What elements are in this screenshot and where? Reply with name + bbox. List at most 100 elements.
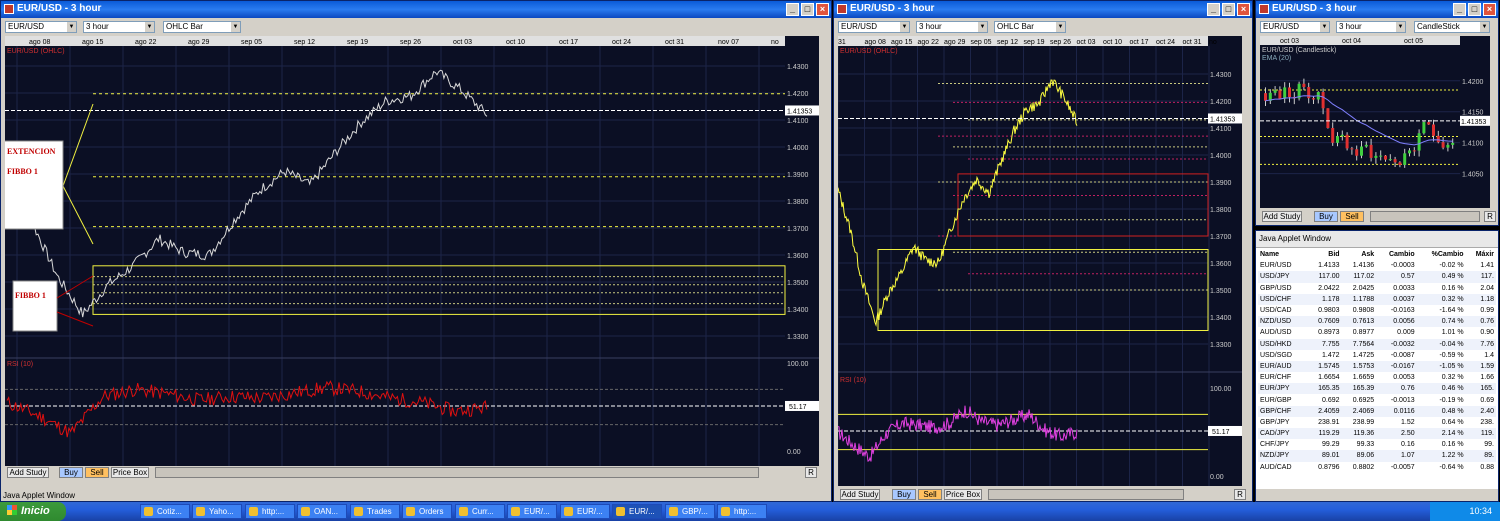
vertical-scrollbar[interactable] [819,36,829,466]
close-button[interactable]: × [1483,3,1496,16]
price-tick-label: 1.4200 [1210,99,1232,106]
taskbar-item[interactable]: Curr... [455,504,505,519]
table-row[interactable]: AUD/USD 0.8973 0.8977 0.009 1.01 % 0.90 [1258,327,1496,338]
table-row[interactable]: EUR/JPY 165.35 165.39 0.76 0.46 % 165. [1258,383,1496,395]
candle-body [1393,159,1397,163]
maximize-button[interactable]: □ [1468,3,1481,16]
sell-button[interactable]: Sell [85,467,109,478]
taskbar-item[interactable]: Orders [402,504,452,519]
quotes-table: Name Bid Ask Cambio %Cambio Máxir EUR/USD 1.41… [1258,249,1496,473]
table-row[interactable]: GBP/USD 2.0422 2.0425 0.0033 0.16 % 2.04 [1258,283,1496,294]
table-row[interactable]: CAD/JPY 119.29 119.36 2.50 2.14 % 119. [1258,428,1496,440]
price-box-button[interactable]: Price Box [944,489,982,500]
column-header[interactable]: %Cambio [1417,249,1466,260]
interval-select[interactable]: 3 hour ▼ [83,21,155,33]
add-study-button[interactable]: Add Study [840,489,880,500]
taskbar-item[interactable]: http:... [717,504,767,519]
symbol-select[interactable]: EUR/USD ▼ [5,21,77,33]
table-row[interactable]: NZD/USD 0.7609 0.7613 0.0056 0.74 % 0.76 [1258,316,1496,328]
reset-button[interactable]: R [1484,211,1496,222]
table-row[interactable]: EUR/CHF 1.6654 1.6659 0.0053 0.32 % 1.66 [1258,372,1496,383]
reset-button[interactable]: R [805,467,817,478]
annotation-pointer [56,311,94,327]
candle-body [1350,148,1354,150]
table-row[interactable]: EUR/GBP 0.692 0.6925 -0.0013 -0.19 % 0.69 [1258,394,1496,405]
table-row[interactable]: GBP/CHF 2.4059 2.4069 0.0116 0.48 % 2.40 [1258,405,1496,417]
sell-button[interactable]: Sell [918,489,942,500]
title-bar[interactable]: EUR/USD - 3 hour _ □ × [1,1,831,18]
chart-type-select[interactable]: CandleStick ▼ [1414,21,1490,33]
close-button[interactable]: × [816,3,829,16]
table-cell: EUR/AUD [1258,360,1307,373]
column-header[interactable]: Máxir [1466,249,1496,260]
symbol-select[interactable]: EUR/USD ▼ [838,21,910,33]
maximize-button[interactable]: □ [801,3,814,16]
date-tick-label: oct 03 [1280,38,1299,45]
interval-select[interactable]: 3 hour ▼ [1336,21,1406,33]
table-row[interactable]: GBP/JPY 238.91 238.99 1.52 0.64 % 238. [1258,417,1496,428]
taskbar-item[interactable]: http:... [245,504,295,519]
table-row[interactable]: CHF/JPY 99.29 99.33 0.16 0.16 % 99. [1258,439,1496,450]
table-row[interactable]: NZD/JPY 89.01 89.06 1.07 1.22 % 89. [1258,450,1496,462]
symbol-select[interactable]: EUR/USD ▼ [1260,21,1330,33]
chart-area[interactable]: ago 08 ago 15 ago 22 ago 29 sep 05 sep 12 sep … [2,36,819,466]
table-row[interactable]: EUR/USD 1.4133 1.4136 -0.0003 -0.02 % 1.41 [1258,260,1496,271]
buy-button[interactable]: Buy [1314,211,1338,222]
minimize-button[interactable]: _ [1453,3,1466,16]
table-row[interactable]: USD/JPY 117.00 117.02 0.57 0.49 % 117. [1258,271,1496,283]
app-icon [4,4,14,14]
taskbar-item[interactable]: EUR/... [560,504,610,519]
table-cell: 119.29 [1306,428,1342,440]
buy-button[interactable]: Buy [892,489,916,500]
date-tick-label: oct 31 [1183,39,1202,46]
price-chart[interactable]: oct 03 oct 04 oct 05 1.4200 1.4150 1.4100 1.40… [1260,36,1490,208]
taskbar-item[interactable]: EUR/... [507,504,557,519]
title-bar[interactable]: EUR/USD - 3 hour _ □ × [1256,1,1498,18]
horizontal-scrollbar[interactable] [1370,211,1480,222]
table-row[interactable]: EUR/AUD 1.5745 1.5753 -0.0167 -1.05 % 1.59 [1258,360,1496,373]
add-study-button[interactable]: Add Study [1262,211,1302,222]
taskbar-item[interactable]: OAN... [297,504,347,519]
table-row[interactable]: USD/HKD 7.755 7.7564 -0.0032 -0.04 % 7.76 [1258,338,1496,350]
column-header[interactable]: Bid [1307,249,1342,260]
table-row[interactable]: USD/CAD 0.9803 0.9808 -0.0163 -1.64 % 0.99 [1258,305,1496,316]
start-button[interactable]: Inicio [0,502,66,521]
quotes-scrollbar[interactable] [1256,489,1498,501]
interval-select[interactable]: 3 hour ▼ [916,21,988,33]
clock: 10:34 [1469,506,1492,516]
column-header[interactable]: Ask [1342,249,1377,260]
column-header[interactable]: Cambio [1376,249,1416,260]
candle-body [1432,124,1435,136]
reset-button[interactable]: R [1234,489,1246,500]
candle-body [1321,92,1325,109]
chart-type-select[interactable]: OHLC Bar ▼ [994,21,1066,33]
sell-button[interactable]: Sell [1340,211,1364,222]
taskbar-item[interactable]: GBP/... [665,504,715,519]
price-chart[interactable]: ago 08 ago 15 ago 22 ago 29 sep 05 sep 12 sep … [2,36,819,466]
vertical-scrollbar[interactable] [1242,36,1252,486]
buy-button[interactable]: Buy [59,467,83,478]
table-row[interactable]: USD/SGD 1.472 1.4725 -0.0087 -0.59 % 1.4 [1258,350,1496,361]
minimize-button[interactable]: _ [1207,3,1220,16]
vertical-scrollbar[interactable] [1490,36,1498,208]
chart-area[interactable]: oct 03 oct 04 oct 05 1.4200 1.4150 1.4100 1.40… [1260,36,1490,208]
title-bar[interactable]: EUR/USD - 3 hour _ □ × [834,1,1252,18]
close-button[interactable]: × [1237,3,1250,16]
price-box-button[interactable]: Price Box [111,467,149,478]
taskbar-item[interactable]: EUR/... [612,504,662,519]
horizontal-scrollbar[interactable] [988,489,1184,500]
taskbar-item[interactable]: Yaho... [192,504,242,519]
price-chart[interactable]: 31 ago 08 ago 15 ago 22 ago 29 sep 05 sep 12 se… [837,36,1242,486]
column-header[interactable]: Name [1258,249,1307,260]
add-study-button[interactable]: Add Study [7,467,49,478]
table-cell: 0.9808 [1352,307,1375,315]
table-row[interactable]: USD/CHF 1.178 1.1788 0.0037 0.32 % 1.18 [1258,293,1496,305]
chart-type-select[interactable]: OHLC Bar ▼ [163,21,241,33]
taskbar-item[interactable]: Cotiz... [140,504,190,519]
horizontal-scrollbar[interactable] [155,467,759,478]
maximize-button[interactable]: □ [1222,3,1235,16]
taskbar-item[interactable]: Trades [350,504,400,519]
minimize-button[interactable]: _ [786,3,799,16]
chart-area[interactable]: 31 ago 08 ago 15 ago 22 ago 29 sep 05 sep 12 se… [837,36,1242,486]
table-row[interactable]: AUD/CAD 0.8796 0.8802 -0.0057 -0.64 % 0.88 [1258,462,1496,473]
